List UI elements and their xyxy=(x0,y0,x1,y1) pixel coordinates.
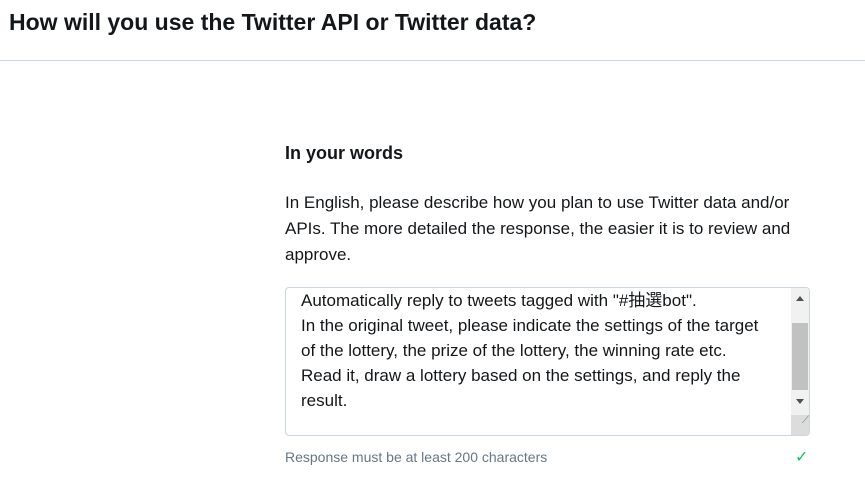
page-header: How will you use the Twitter API or Twit… xyxy=(0,0,865,61)
checkmark-icon: ✓ xyxy=(795,449,809,466)
response-textarea[interactable]: Automatically reply to tweets tagged wit… xyxy=(285,287,810,436)
textarea-scrollbar[interactable] xyxy=(791,288,809,435)
character-requirement-hint: Response must be at least 200 characters xyxy=(285,449,548,465)
section-description: In English, please describe how you plan… xyxy=(285,193,791,264)
section-heading: In your words xyxy=(285,143,404,163)
page-title: How will you use the Twitter API or Twit… xyxy=(9,9,537,35)
resize-grip-icon[interactable]: ⟋ xyxy=(791,415,809,435)
scroll-down-icon[interactable] xyxy=(796,399,804,404)
scrollbar-thumb[interactable] xyxy=(792,323,808,390)
response-text[interactable]: Automatically reply to tweets tagged wit… xyxy=(301,288,771,413)
in-your-words-section: In your words In English, please describ… xyxy=(285,140,815,268)
scroll-up-icon[interactable] xyxy=(796,296,804,301)
